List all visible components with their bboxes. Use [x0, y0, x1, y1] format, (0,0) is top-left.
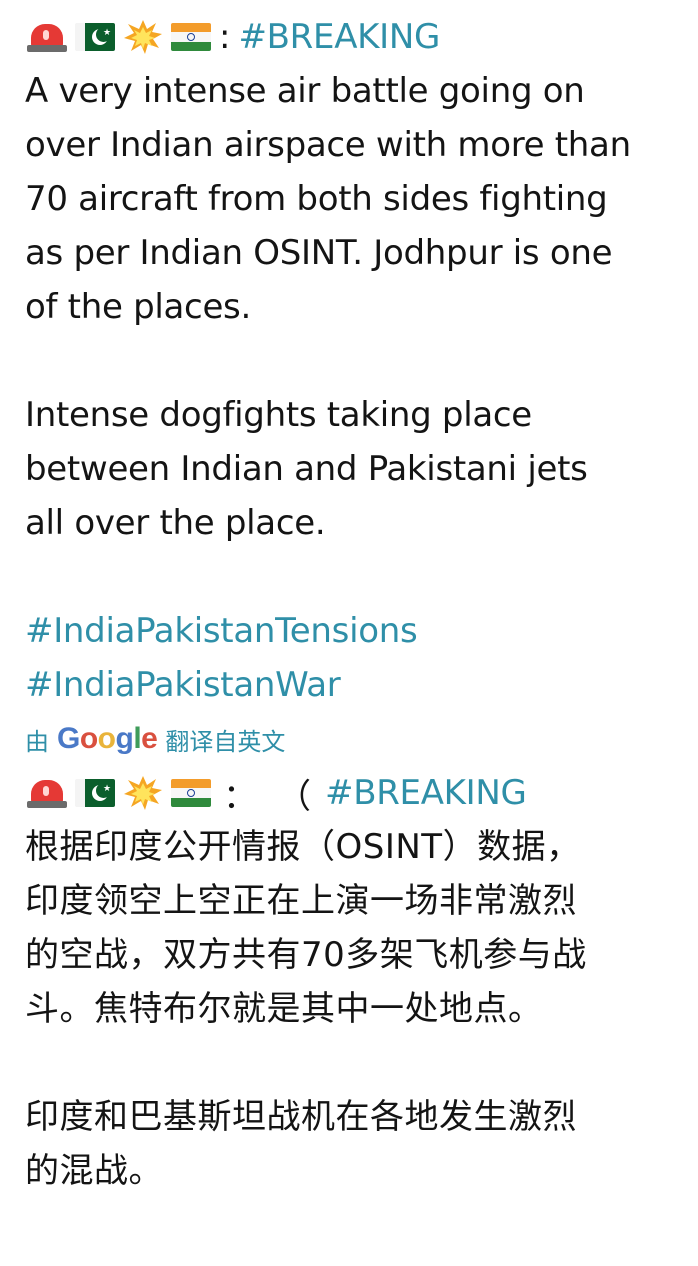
translated-text-line: 斗。焦特布尔就是其中一处地点。 [25, 989, 543, 1029]
google-logo: Google [57, 722, 158, 755]
translated-text-line: 印度领空上空正在上演一场非常激烈 [25, 881, 577, 921]
post-text-line: of the places. [25, 287, 251, 327]
translated-hashtag-breaking-link[interactable]: #BREAKING [325, 766, 527, 820]
breaking-header: ★ : #BREAKING [25, 10, 693, 64]
translated-header-colon: ： [223, 776, 257, 817]
translated-text-line: 的混战。 [25, 1151, 163, 1191]
post-text-line: A very intense air battle going on [25, 71, 585, 111]
post-text-line: as per Indian OSINT. Jodhpur is one [25, 233, 613, 273]
translated-text-line: 的空战，双方共有70多架飞机参与战 [25, 935, 587, 975]
collision-icon [121, 20, 165, 54]
translated-header-paren: （ [277, 776, 311, 817]
hashtag-breaking-link[interactable]: #BREAKING [238, 10, 440, 64]
translated-text-line: 印度和巴基斯坦战机在各地发生激烈 [25, 1097, 577, 1137]
police-light-icon [25, 776, 69, 810]
post-text-line: between Indian and Pakistani jets [25, 449, 588, 489]
header-colon: : [219, 17, 231, 57]
translated-by-google-link[interactable]: 由 Google 翻译自英文 [25, 712, 693, 766]
translation-suffix: 翻译自英文 [165, 727, 286, 756]
india-flag-icon [169, 776, 213, 810]
translated-breaking-header: ★ ： （ #BREAKING [25, 766, 693, 820]
post-text-line: Intense dogfights taking place [25, 395, 532, 435]
collision-icon [121, 776, 165, 810]
police-light-icon [25, 20, 69, 54]
post-text-line: 70 aircraft from both sides fighting [25, 179, 608, 219]
pakistan-flag-icon: ★ [73, 776, 117, 810]
india-flag-icon [169, 20, 213, 54]
post-text-line: over Indian airspace with more than [25, 125, 631, 165]
pakistan-flag-icon: ★ [73, 20, 117, 54]
hashtag-india-pakistan-war-link[interactable]: #IndiaPakistanWar [25, 658, 693, 712]
hashtag-india-pakistan-tensions-link[interactable]: #IndiaPakistanTensions [25, 604, 693, 658]
tweet-content: ★ : #BREAKING A very intense air battle … [25, 10, 693, 1198]
translated-text-line: 根据印度公开情报（OSINT）数据， [25, 827, 581, 867]
post-text-line: all over the place. [25, 503, 326, 543]
translation-prefix: 由 [25, 727, 49, 756]
